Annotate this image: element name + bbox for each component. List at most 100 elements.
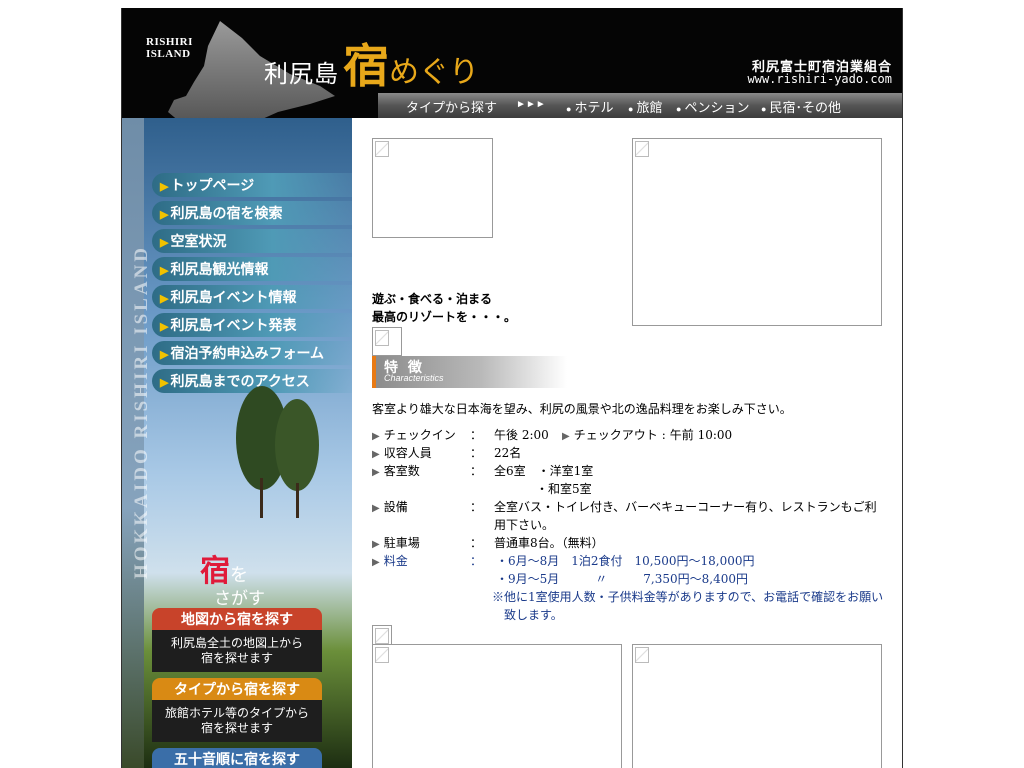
broken-image-icon [375, 141, 389, 157]
price-label: 料金 [383, 554, 408, 568]
colon: ： [470, 428, 483, 442]
triangle-icon: ▶ [160, 321, 169, 333]
site-title[interactable]: 利尻島宿めぐり [264, 30, 479, 96]
type-link-pension[interactable]: ● ペンション [676, 97, 749, 116]
price-row: ▶ 料金 ： ・6月〜8月 1泊2食付 10,500円〜18,000円 ・9月〜5… [372, 552, 892, 624]
capacity-value: 22名 [494, 446, 522, 460]
price-line1: ・6月〜8月 1泊2食付 10,500円〜18,000円 [496, 554, 755, 568]
arrow-icon: ▶ [372, 503, 380, 514]
colon: ： [470, 500, 483, 514]
logo-line-1: RISHIRI [146, 36, 193, 48]
price-label-wrap: ▶ 料金 [372, 552, 472, 572]
section-header: 特 徴 Characteristics [372, 356, 567, 388]
title-meguri: めぐり [389, 56, 479, 89]
broken-image [632, 138, 882, 326]
nav-label: 利尻島イベント情報 [170, 289, 297, 305]
parking-value: 普通車8台。（無料） [494, 536, 604, 550]
page-container: RISHIRI ISLAND 利尻島宿めぐり 利尻富士町宿泊業組合 www.ri… [121, 8, 903, 768]
nav-label: 宿泊予約申込みフォーム [170, 345, 325, 361]
nav-label: 利尻島の宿を検索 [170, 205, 283, 221]
rooms-value-line2: ・和室5室 [536, 482, 592, 496]
nav-top-page[interactable]: ▶ トップページ [152, 173, 352, 197]
type-link-hotel[interactable]: ● ホテル [566, 97, 613, 116]
nav-vacancy[interactable]: ▶ 空室状況 [152, 229, 352, 253]
type-link-label: 民宿･その他 [769, 100, 841, 115]
broken-image [632, 644, 882, 768]
colon: ： [470, 464, 483, 478]
nav-label: 空室状況 [170, 233, 227, 249]
nav-search-yado[interactable]: ▶ 利尻島の宿を検索 [152, 201, 352, 225]
rooms-value: 全6室 ・洋室1室 ・和室5室 [494, 462, 884, 498]
broken-image-icon [635, 647, 649, 663]
colon: ： [470, 536, 483, 550]
type-search-button[interactable]: タイプから宿を探す 旅館ホテル等のタイプから 宿を探せます [152, 678, 322, 742]
triangle-icon: ▶ [160, 237, 169, 249]
type-link-label: ペンション [684, 100, 750, 115]
main-content: 遊ぶ・食べる・泊まる 最高のリゾートを・・・。 特 徴 Characterist… [372, 118, 892, 768]
type-search-line1: 旅館ホテル等のタイプから [164, 706, 309, 720]
nav-reservation-form[interactable]: ▶ 宿泊予約申込みフォーム [152, 341, 352, 365]
triangle-icon: ▶ [160, 265, 169, 277]
kana-search-title: 五十音順に宿を探す [152, 748, 322, 768]
section-subtitle: Characteristics [384, 373, 444, 383]
title-rishiri: 利尻島 [264, 62, 339, 88]
title-yado: 宿 [343, 41, 389, 92]
parking-label: 駐車場 [383, 536, 420, 550]
colon: ： [470, 554, 483, 568]
colon: : [661, 428, 666, 442]
nav-label: 利尻島観光情報 [170, 261, 269, 277]
type-search-bar: タイプから探す ►►► ● ホテル ● 旅館 ● ペンション ● 民宿･その他 [378, 93, 902, 118]
sidebar: HOKKAIDO RISHIRI ISLAND ▶ トップページ ▶ 利尻島の宿を検… [122, 118, 352, 768]
description: 客室より雄大な日本海を望み、利尻の風景や北の逸品料理をお楽しみ下さい。 [372, 402, 792, 416]
rooms-label: 客室数 [383, 464, 420, 478]
checkin-value: 午後 2:00 [494, 428, 549, 442]
union-url: www.rishiri-yado.com [747, 72, 893, 86]
bullet-icon: ● [761, 104, 767, 114]
trees-illustration [236, 386, 319, 518]
triangle-icon: ▶ [160, 209, 169, 221]
facility-label: 設備 [383, 500, 408, 514]
type-link-minshuku[interactable]: ● 民宿･その他 [761, 97, 841, 116]
rooms-label-wrap: ▶ 客室数 [372, 462, 472, 482]
vertical-caption: HOKKAIDO RISHIRI ISLAND [131, 245, 152, 579]
nav-label: トップページ [170, 177, 255, 193]
map-search-line1: 利尻島全土の地図上から [170, 636, 303, 650]
map-search-button[interactable]: 地図から宿を探す 利尻島全土の地図上から 宿を探せます [152, 608, 322, 672]
nav-label: 利尻島イベント発表 [170, 317, 297, 333]
type-link-label: ホテル [574, 100, 614, 115]
checkout-value: 午前 10:00 [669, 428, 733, 442]
checkout-wrap: ▶ チェックアウト: 午前 10:00 [562, 426, 732, 446]
logo-line-2: ISLAND [146, 48, 191, 60]
arrow-icon: ▶ [562, 431, 570, 442]
nav-event-announce[interactable]: ▶ 利尻島イベント発表 [152, 313, 352, 337]
rishiri-island-logo[interactable]: RISHIRI ISLAND [146, 36, 193, 60]
checkout-label: チェックアウト [573, 428, 658, 442]
kana-search-button[interactable]: 五十音順に宿を探す [152, 748, 322, 768]
map-search-title: 地図から宿を探す [152, 608, 322, 630]
search-logo-wo: を [230, 565, 248, 585]
triangle-icon: ▶ [160, 181, 169, 193]
nav-sightseeing[interactable]: ▶ 利尻島観光情報 [152, 257, 352, 281]
search-yado-logo: 宿を さがす [200, 546, 265, 609]
catch-copy-line2: 最高のリゾートを・・・。 [372, 310, 517, 324]
price-line2: ・9月〜5月 〃 7,350円〜8,400円 [496, 572, 748, 586]
triangle-icon: ▶ [160, 349, 169, 361]
nav-event-info[interactable]: ▶ 利尻島イベント情報 [152, 285, 352, 309]
type-link-label: 旅館 [636, 100, 663, 115]
facility-label-wrap: ▶ 設備 [372, 498, 472, 518]
capacity-label: 収容人員 [383, 446, 432, 460]
arrows-icon: ►►► [516, 99, 546, 110]
bullet-icon: ● [628, 104, 634, 114]
catch-copy-line1: 遊ぶ・食べる・泊まる [372, 292, 493, 306]
type-link-ryokan[interactable]: ● 旅館 [628, 97, 662, 116]
triangle-icon: ▶ [160, 293, 169, 305]
broken-image [372, 327, 402, 356]
capacity-label-wrap: ▶ 収容人員 [372, 444, 472, 464]
price-note: ※他に1室使用人数・子供料金等がありますので、お電話で確認をお願い致します。 [492, 590, 884, 622]
facility-value: 全室バス・トイレ付き、バーベキューコーナー有り、レストランもご利用下さい。 [494, 500, 877, 532]
type-search-line2: 宿を探せます [200, 721, 273, 735]
checkin-label-wrap: ▶ チェックイン [372, 426, 472, 446]
broken-image-icon [635, 141, 649, 157]
arrow-icon: ▶ [372, 557, 380, 568]
triangle-icon: ▶ [160, 377, 169, 389]
